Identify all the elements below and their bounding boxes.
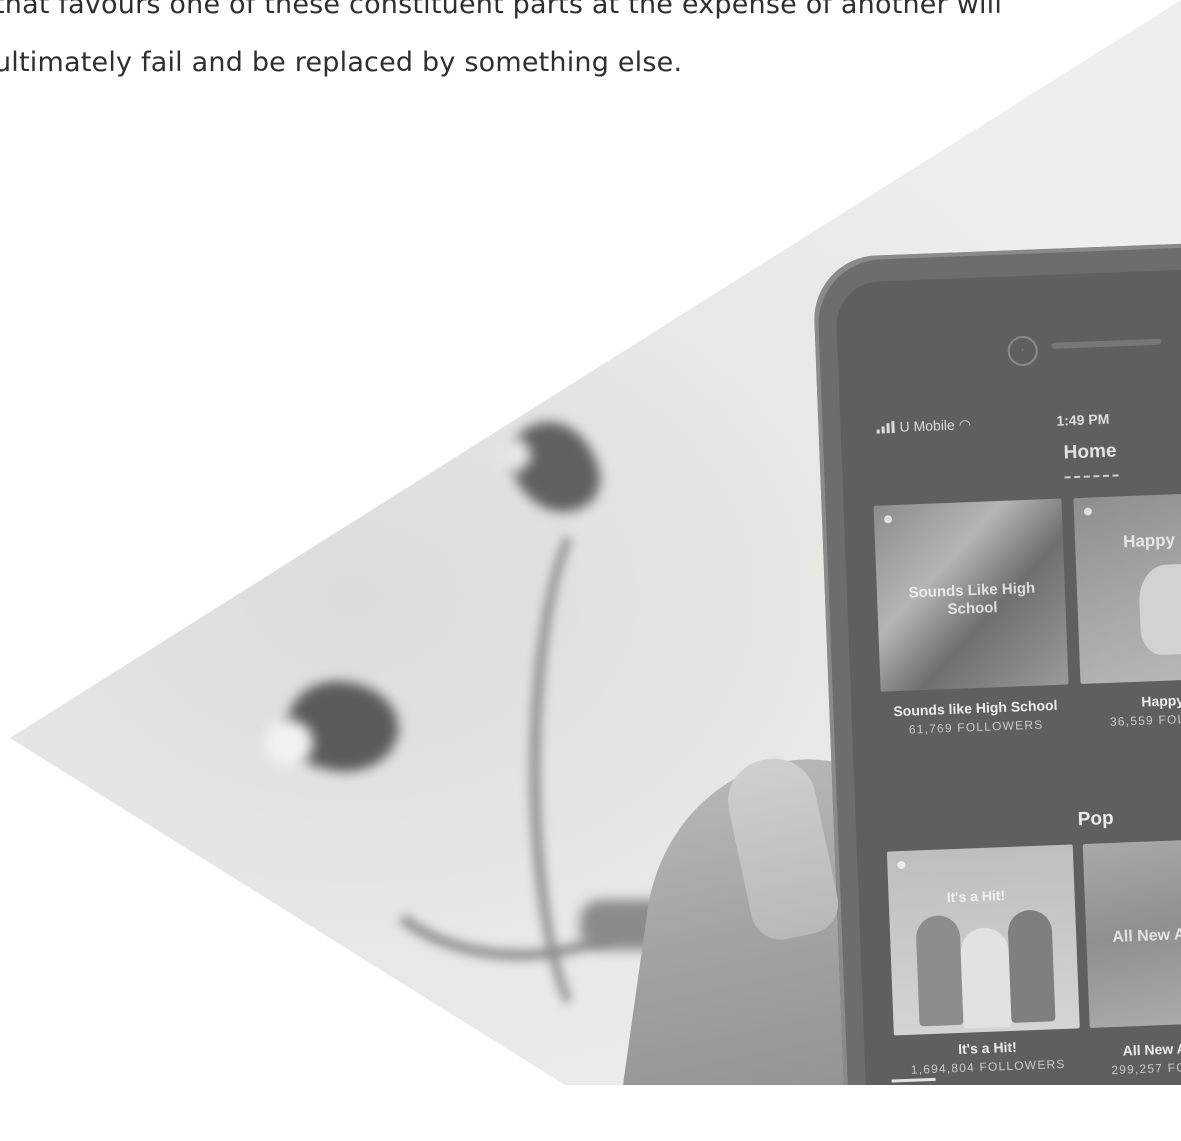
spotify-icon bbox=[897, 860, 906, 870]
follower-count: 1,694,804 FOLLOWERS bbox=[910, 1056, 1066, 1077]
article-line-2: ultimately fail and be replaced by somet… bbox=[0, 47, 683, 78]
camera-icon: · bbox=[1007, 335, 1039, 367]
playlist-name: It's a Hit! bbox=[957, 1038, 1018, 1057]
status-bar: U Mobile◠ 1:49 PM ◎ bbox=[876, 405, 1181, 440]
playlist-cover: All New All bbox=[1082, 835, 1181, 1028]
carrier-label: U Mobile bbox=[899, 416, 956, 435]
follower-count: 61,769 FOLLOWERS bbox=[908, 717, 1044, 737]
earbud-tip-bottom bbox=[265, 720, 313, 766]
cover-title: It's a Hit! bbox=[946, 887, 1006, 906]
cover-title: Happy bbox=[1122, 530, 1176, 552]
article-text: that favours one of these constituent pa… bbox=[0, 0, 1114, 92]
phone-screen: · U Mobile◠ 1:49 PM ◎ Home Sounds Like H… bbox=[834, 267, 1181, 1100]
playlist-card[interactable]: All New All All New All 299,257 FOLL bbox=[1082, 835, 1181, 1084]
cover-photo-person bbox=[1007, 909, 1056, 1023]
follower-count: 36,559 FOLL bbox=[1109, 711, 1181, 729]
wifi-icon: ◠ bbox=[958, 416, 972, 433]
section-title: Pop bbox=[1077, 807, 1115, 831]
speaker-grille bbox=[1051, 338, 1162, 349]
smartphone: · U Mobile◠ 1:49 PM ◎ Home Sounds Like H… bbox=[812, 241, 1181, 1100]
hero-photo: · U Mobile◠ 1:49 PM ◎ Home Sounds Like H… bbox=[10, 0, 1181, 1085]
cover-photo-person bbox=[915, 914, 964, 1027]
carrier: U Mobile ◠ bbox=[876, 416, 971, 437]
page-title: Home bbox=[1063, 440, 1117, 464]
status-time: 1:49 PM bbox=[1056, 410, 1110, 429]
playlist-card[interactable]: It's a Hit! It's a Hit! 1,694,804 FOLLOW… bbox=[886, 844, 1082, 1085]
playlist-cover: It's a Hit! bbox=[886, 844, 1080, 1036]
playlist-name: All New All bbox=[1122, 1039, 1181, 1059]
page-indicator bbox=[1064, 474, 1119, 479]
earbud-tip-top bbox=[495, 438, 531, 472]
cover-photo-person bbox=[1138, 563, 1181, 656]
next-row-label: The Wi bbox=[1005, 1085, 1043, 1100]
playlist-name: Sounds like High School bbox=[893, 696, 1058, 720]
follower-count: 299,257 FOLL bbox=[1111, 1059, 1181, 1078]
playlist-card[interactable]: Sounds Like High School Sounds like High… bbox=[873, 498, 1071, 746]
spotify-icon bbox=[883, 515, 893, 524]
playlist-cover: Happy bbox=[1073, 490, 1181, 685]
spotify-icon bbox=[1083, 507, 1093, 516]
cover-title: Sounds Like High School bbox=[908, 579, 1036, 619]
cover-title: All New All bbox=[1111, 925, 1181, 946]
playlist-name: Happy L bbox=[1140, 692, 1181, 710]
playlist-cover: Sounds Like High School bbox=[873, 498, 1069, 692]
cover-photo-person bbox=[959, 926, 1012, 1029]
signal-icon bbox=[876, 420, 896, 434]
article-line-1: that favours one of these constituent pa… bbox=[0, 0, 1003, 20]
playlist-card[interactable]: Happy Happy L 36,559 FOLL bbox=[1073, 490, 1181, 738]
